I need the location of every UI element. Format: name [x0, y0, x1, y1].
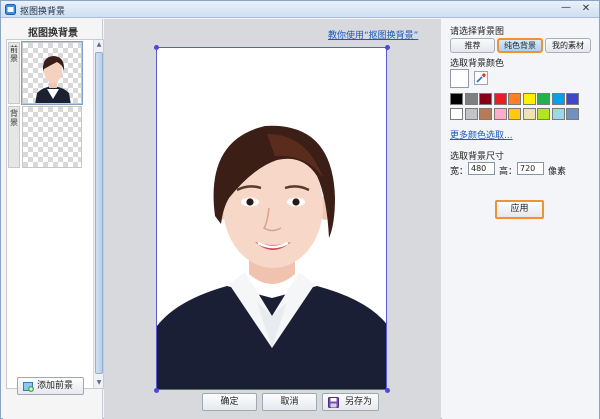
cancel-button[interactable]: 取消	[262, 393, 317, 411]
width-input[interactable]: 480	[468, 162, 495, 175]
eyedropper-icon	[476, 73, 486, 83]
apply-button[interactable]: 应用	[495, 200, 544, 219]
layer-label: 背景	[8, 106, 20, 168]
minimize-icon[interactable]: —	[559, 3, 573, 15]
color-section-label: 选取背景颜色	[450, 59, 505, 69]
color-swatch[interactable]	[566, 108, 579, 120]
foreground-thumbnail	[21, 41, 83, 105]
color-swatch[interactable]	[551, 108, 565, 120]
close-icon[interactable]: ✕	[579, 3, 593, 15]
color-swatch[interactable]	[508, 93, 521, 105]
save-as-label: 另存为	[344, 397, 372, 407]
current-color-preview[interactable]	[450, 69, 469, 88]
tab-solid-color[interactable]: 纯色背景	[497, 38, 543, 53]
canvas-area: 教你使用“抠图换背景” 确定 取消 另存为	[104, 19, 441, 419]
width-label: 宽：	[450, 167, 469, 177]
add-foreground-label: 添加前景	[37, 381, 74, 391]
layer-list-scrollbar[interactable]: ▲ ▼	[93, 40, 103, 388]
color-swatch[interactable]	[493, 108, 507, 120]
scroll-down-icon[interactable]: ▼	[94, 378, 104, 388]
layer-item-foreground[interactable]: 前景	[8, 41, 92, 105]
photo-canvas[interactable]	[156, 47, 387, 390]
color-swatch[interactable]	[464, 93, 478, 105]
selection-handle[interactable]	[385, 388, 390, 393]
app-window: 抠图换背景 — ✕ 抠图换背景 前景 背景 ▲ ▼ 添加前景 教你使用“抠图换背…	[0, 0, 600, 419]
color-swatch[interactable]	[537, 108, 550, 120]
size-row: 宽： 480 高： 720 像素	[450, 162, 590, 177]
app-icon	[5, 4, 16, 15]
confirm-button[interactable]: 确定	[202, 393, 257, 411]
selection-handle[interactable]	[154, 45, 159, 50]
add-foreground-button[interactable]: 添加前景	[17, 377, 84, 395]
selection-handle[interactable]	[154, 388, 159, 393]
tab-recommended[interactable]: 推荐	[450, 38, 495, 53]
save-as-button[interactable]: 另存为	[322, 393, 379, 411]
size-section-label: 选取背景尺寸	[450, 152, 505, 162]
color-swatch[interactable]	[450, 93, 463, 105]
color-swatch[interactable]	[522, 93, 536, 105]
layer-panel: 抠图换背景 前景 背景 ▲ ▼ 添加前景	[3, 19, 104, 419]
title-bar: 抠图换背景 — ✕	[1, 1, 599, 18]
background-thumbnail	[22, 106, 82, 168]
save-disk-icon	[328, 397, 339, 408]
color-swatch[interactable]	[479, 108, 492, 120]
color-swatch[interactable]	[479, 93, 492, 105]
selection-handle[interactable]	[385, 45, 390, 50]
height-input[interactable]: 720	[517, 162, 544, 175]
height-label: 高：	[499, 167, 518, 177]
color-swatch[interactable]	[537, 93, 550, 105]
scroll-thumb[interactable]	[95, 52, 103, 374]
color-swatch[interactable]	[493, 93, 507, 105]
color-swatch[interactable]	[508, 108, 521, 120]
layer-label: 前景	[8, 42, 20, 104]
background-settings-panel: 请选择背景图 推荐 纯色背景 我的素材 选取背景颜色 更多颜色选取... 选取背…	[442, 19, 599, 419]
color-swatch[interactable]	[566, 93, 579, 105]
color-swatch[interactable]	[464, 108, 478, 120]
tab-my-materials[interactable]: 我的素材	[545, 38, 591, 53]
scroll-up-icon[interactable]: ▲	[94, 40, 104, 50]
more-colors-link[interactable]: 更多颜色选取...	[450, 128, 513, 141]
layer-panel-title: 抠图换背景	[28, 28, 78, 39]
window-title: 抠图换背景	[20, 7, 66, 17]
background-panel-title: 请选择背景图	[450, 27, 505, 37]
portrait-photo	[157, 125, 386, 389]
tutorial-link[interactable]: 教你使用“抠图换背景”	[328, 28, 418, 41]
eyedropper-button[interactable]	[474, 71, 488, 85]
layer-list: 前景 背景 ▲ ▼	[6, 39, 104, 389]
layer-item-background[interactable]: 背景	[8, 106, 92, 168]
color-swatch[interactable]	[450, 108, 463, 120]
add-image-icon	[23, 382, 34, 392]
unit-label: 像素	[548, 167, 567, 177]
color-swatch[interactable]	[551, 93, 565, 105]
color-swatch[interactable]	[522, 108, 536, 120]
